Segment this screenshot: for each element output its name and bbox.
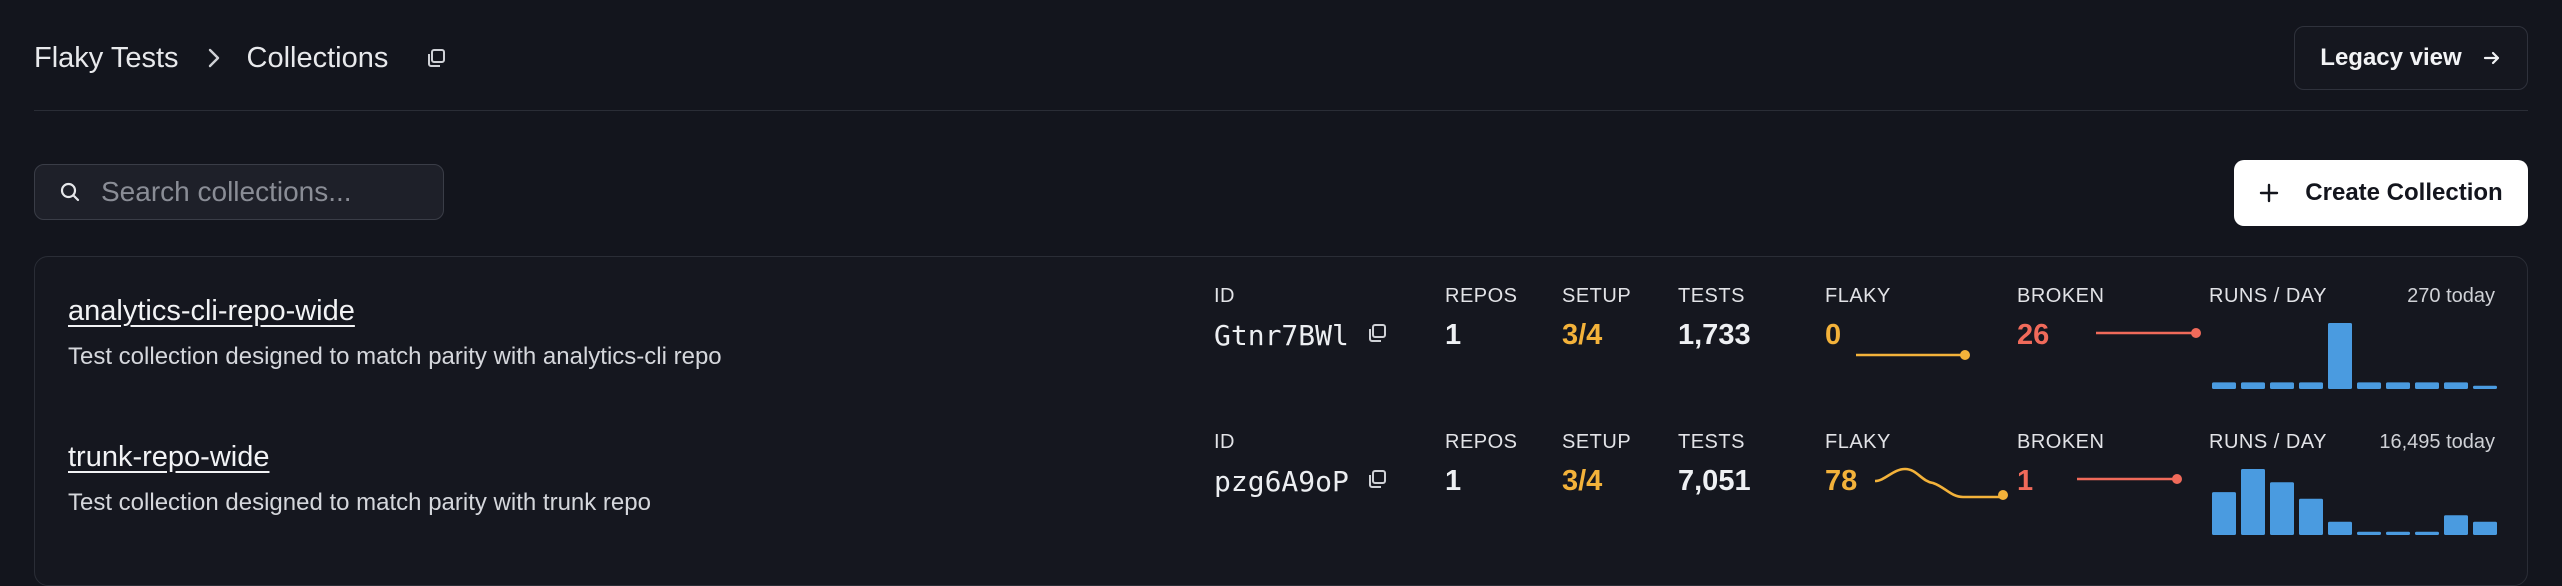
- runs-bar: [2241, 382, 2265, 389]
- runs-bar: [2444, 515, 2468, 535]
- collection-name-link[interactable]: analytics-cli-repo-wide: [68, 295, 355, 328]
- broken-label: BROKEN: [2017, 285, 2105, 307]
- runs-today: 16,495 today: [2379, 431, 2495, 453]
- runs-bar: [2212, 382, 2236, 389]
- flaky-sparkline: [1856, 350, 1970, 360]
- search-box[interactable]: [34, 164, 444, 220]
- flaky-value: 78: [1825, 465, 1858, 497]
- tests-label: TESTS: [1678, 431, 1745, 453]
- collection-id: pzg6A9oP: [1214, 465, 1349, 498]
- id-label: ID: [1214, 431, 1235, 453]
- breadcrumb-collections: Collections: [246, 41, 389, 74]
- runs-bar: [2473, 521, 2497, 535]
- runs-bar: [2415, 382, 2439, 389]
- runs-bar: [2328, 323, 2352, 389]
- runs-bar: [2444, 382, 2468, 389]
- runs-bar: [2328, 521, 2352, 535]
- broken-value: 1: [2017, 465, 2034, 497]
- runs-label: RUNS / DAY: [2209, 431, 2327, 453]
- copy-id-icon[interactable]: [1367, 469, 1387, 489]
- legacy-view-label: Legacy view: [2320, 44, 2462, 71]
- copy-id-icon[interactable]: [1367, 323, 1387, 343]
- runs-per-day-chart: [2212, 323, 2497, 389]
- repos-value: 1: [1445, 465, 1462, 497]
- flaky-label: FLAKY: [1825, 285, 1891, 307]
- tests-label: TESTS: [1678, 285, 1745, 307]
- broken-value: 26: [2017, 319, 2050, 351]
- runs-label: RUNS / DAY: [2209, 285, 2327, 307]
- flaky-sparkline: [1874, 467, 2008, 500]
- collection-id: Gtnr7BWl: [1214, 319, 1349, 352]
- runs-bar: [2299, 498, 2323, 535]
- page-header: Flaky Tests Collections Legacy view: [34, 0, 2528, 111]
- runs-bar: [2357, 382, 2381, 389]
- create-collection-button[interactable]: Create Collection: [2234, 160, 2528, 226]
- collection-row[interactable]: analytics-cli-repo-wide Test collection …: [35, 257, 2527, 403]
- collection-description: Test collection designed to match parity…: [68, 343, 722, 370]
- collection-row[interactable]: trunk-repo-wide Test collection designed…: [35, 403, 2527, 549]
- broken-label: BROKEN: [2017, 431, 2105, 453]
- breadcrumb-flaky-tests[interactable]: Flaky Tests: [34, 42, 179, 75]
- flaky-value: 0: [1825, 319, 1842, 351]
- runs-bar: [2386, 382, 2410, 389]
- setup-label: SETUP: [1562, 431, 1632, 453]
- toolbar: Create Collection: [34, 160, 2528, 226]
- setup-label: SETUP: [1562, 285, 1632, 307]
- repos-label: REPOS: [1445, 285, 1518, 307]
- id-label: ID: [1214, 285, 1235, 307]
- arrow-right-icon: [2482, 48, 2502, 68]
- runs-bar: [2415, 531, 2439, 535]
- search-icon: [59, 181, 81, 203]
- collection-name-link[interactable]: trunk-repo-wide: [68, 441, 269, 474]
- runs-bar: [2357, 531, 2381, 535]
- runs-bar: [2241, 469, 2265, 535]
- search-input[interactable]: [101, 176, 431, 208]
- setup-value: 3/4: [1562, 465, 1603, 497]
- runs-bar: [2299, 382, 2323, 389]
- runs-bar: [2212, 492, 2236, 535]
- plus-icon: [2259, 183, 2279, 203]
- flaky-label: FLAKY: [1825, 431, 1891, 453]
- copy-icon[interactable]: [426, 48, 446, 68]
- runs-bar: [2270, 482, 2294, 535]
- collections-list: analytics-cli-repo-wide Test collection …: [34, 256, 2528, 586]
- legacy-view-button[interactable]: Legacy view: [2294, 26, 2528, 90]
- broken-sparkline: [2096, 328, 2201, 338]
- repos-value: 1: [1445, 319, 1462, 351]
- runs-bar: [2473, 385, 2497, 389]
- setup-value: 3/4: [1562, 319, 1603, 351]
- repos-label: REPOS: [1445, 431, 1518, 453]
- runs-per-day-chart: [2212, 469, 2497, 535]
- chevron-right-icon: [207, 47, 221, 69]
- create-collection-label: Create Collection: [2305, 179, 2503, 206]
- runs-today: 270 today: [2407, 285, 2495, 307]
- breadcrumb: Flaky Tests Collections: [34, 38, 446, 78]
- broken-sparkline: [2077, 474, 2182, 484]
- runs-bar: [2270, 382, 2294, 389]
- runs-bar: [2386, 531, 2410, 535]
- collection-description: Test collection designed to match parity…: [68, 489, 651, 516]
- tests-value: 7,051: [1678, 465, 1751, 497]
- tests-value: 1,733: [1678, 319, 1751, 351]
